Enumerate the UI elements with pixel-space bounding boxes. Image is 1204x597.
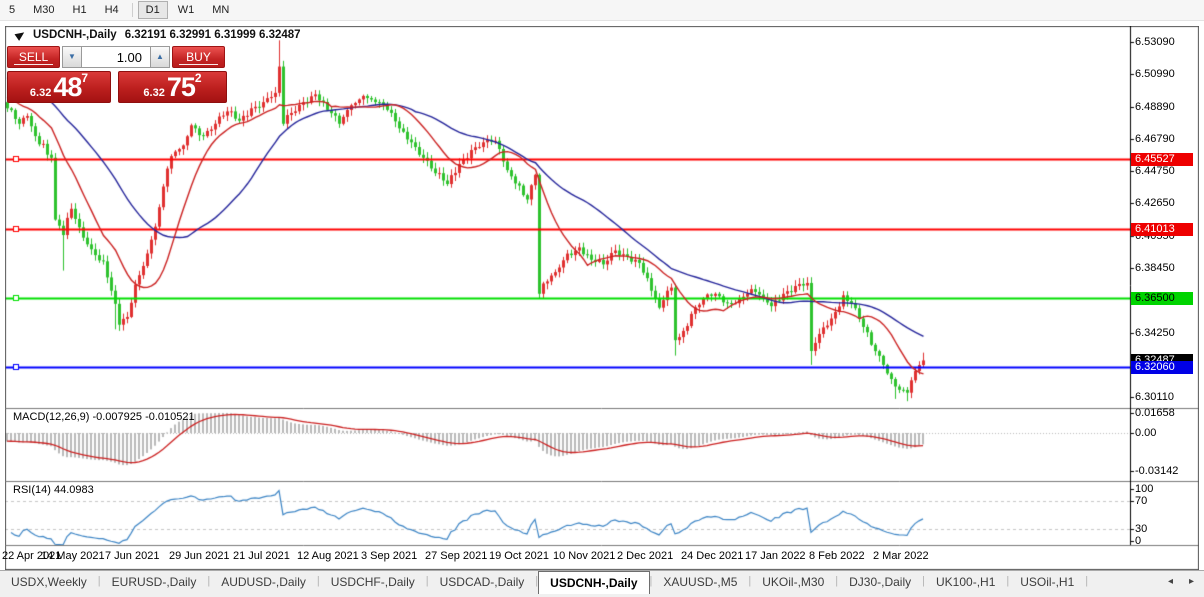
price-chart-canvas[interactable] <box>5 26 1199 570</box>
rsi-axis-tick: 100 <box>1135 483 1154 495</box>
date-axis-label: 14 May 2021 <box>41 550 105 562</box>
date-axis-label: 29 Jun 2021 <box>169 550 230 562</box>
spin-up-icon: ▲ <box>156 52 164 61</box>
one-click-trading-panel: SELL ▼ ▲ BUY 6.32 48 7 6.32 75 2 <box>7 46 227 103</box>
sell-button[interactable]: SELL <box>7 46 60 68</box>
rsi-indicator-label: RSI(14) 44.0983 <box>13 484 94 496</box>
price-line-badge: 6.45527 <box>1131 153 1193 166</box>
chart-tab-bar: USDX,Weekly | EURUSD-,Daily | AUDUSD-,Daily |… <box>0 570 1204 597</box>
price-axis-tick: 6.53090 <box>1135 36 1175 48</box>
buy-price-pips: 75 <box>166 72 196 102</box>
date-axis-label: 17 Jan 2022 <box>745 550 806 562</box>
tab-scroll-buttons: ◂ ▸ <box>1168 576 1194 587</box>
timeframe-toolbar: 5 M30 H1 H4 D1 W1 MN <box>0 0 1204 21</box>
chart-tab-usdxweekly[interactable]: USDX,Weekly <box>0 572 98 593</box>
rsi-axis-tick: 0 <box>1135 535 1142 547</box>
price-line-badge: 6.32060 <box>1131 361 1193 374</box>
price-axis-tick: 6.50990 <box>1135 68 1175 80</box>
date-axis-label: 10 Nov 2021 <box>553 550 616 562</box>
date-axis-label: 24 Dec 2021 <box>681 550 744 562</box>
sell-price-point: 7 <box>81 71 89 85</box>
macd-axis-tick: 0.01658 <box>1135 407 1175 419</box>
date-axis-label: 21 Jul 2021 <box>233 550 290 562</box>
date-axis-label: 8 Feb 2022 <box>809 550 865 562</box>
price-axis-tick: 6.42650 <box>1135 197 1175 209</box>
date-axis-label: 19 Oct 2021 <box>489 550 549 562</box>
chart-tab-usdchfdaily[interactable]: USDCHF-,Daily <box>320 572 426 593</box>
buy-price-prefix: 6.32 <box>143 87 165 99</box>
macd-indicator-label: MACD(12,26,9) -0.007925 -0.010521 <box>13 411 195 423</box>
buy-price-point: 2 <box>194 71 202 85</box>
date-axis-label: 2 Mar 2022 <box>873 550 929 562</box>
volume-decrease-button[interactable]: ▼ <box>62 46 82 68</box>
chart-tab-usdcnhdaily[interactable]: USDCNH-,Daily <box>538 571 650 594</box>
price-line-badge: 6.36500 <box>1131 292 1193 305</box>
mt4-window: 5 M30 H1 H4 D1 W1 MN USDCNH-,Daily 6.32191 6.3… <box>0 0 1204 597</box>
timeframe-button-5[interactable]: 5 <box>1 1 23 19</box>
timeframe-button-h4[interactable]: H4 <box>97 1 127 19</box>
chart-ohlc-header: USDCNH-,Daily 6.32191 6.32991 6.31999 6.… <box>14 29 301 41</box>
date-axis-label: 27 Sep 2021 <box>425 550 488 562</box>
buy-price-box[interactable]: 6.32 75 2 <box>118 71 227 103</box>
price-axis-tick: 6.34250 <box>1135 327 1175 339</box>
price-axis-tick: 6.48890 <box>1135 101 1175 113</box>
buy-button[interactable]: BUY <box>172 46 225 68</box>
chart-window: USDCNH-,Daily 6.32191 6.32991 6.31999 6.… <box>5 26 1199 570</box>
chart-symbol-icon <box>14 29 27 41</box>
macd-axis-tick: 0.00 <box>1135 427 1157 439</box>
macd-axis-tick: -0.03142 <box>1135 465 1179 477</box>
date-axis-label: 2 Dec 2021 <box>617 550 674 562</box>
sell-price-box[interactable]: 6.32 48 7 <box>7 71 111 103</box>
chart-tab-dj30daily[interactable]: DJ30-,Daily <box>838 572 922 593</box>
volume-increase-button[interactable]: ▲ <box>150 46 170 68</box>
timeframe-button-d1[interactable]: D1 <box>137 1 168 19</box>
timeframe-button-m30[interactable]: M30 <box>25 1 62 19</box>
price-axis-tick: 6.44750 <box>1135 165 1175 177</box>
tab-separator: | <box>1085 575 1089 587</box>
timeframe-button-h1[interactable]: H1 <box>65 1 95 19</box>
spin-down-icon: ▼ <box>68 52 76 61</box>
toolbar-separator <box>131 3 133 17</box>
chart-tab-ukoilm30[interactable]: UKOil-,M30 <box>751 572 835 593</box>
chart-tab-uk100h1[interactable]: UK100-,H1 <box>925 572 1006 593</box>
rsi-axis-tick: 70 <box>1135 495 1148 507</box>
price-axis-tick: 6.38450 <box>1135 262 1175 274</box>
rsi-axis-tick: 30 <box>1135 523 1148 535</box>
timeframe-button-w1[interactable]: W1 <box>170 1 203 19</box>
timeframe-button-mn[interactable]: MN <box>204 1 237 19</box>
chart-ohlc-values: 6.32191 6.32991 6.31999 6.32487 <box>124 29 301 41</box>
chart-symbol-period: USDCNH-,Daily <box>33 29 117 41</box>
sell-price-prefix: 6.32 <box>29 87 52 99</box>
price-axis-tick: 6.30110 <box>1135 391 1174 403</box>
chart-tab-audusddaily[interactable]: AUDUSD-,Daily <box>210 572 317 593</box>
price-line-badge: 6.41013 <box>1131 223 1193 236</box>
price-axis-tick: 6.46790 <box>1135 133 1175 145</box>
date-axis-label: 7 Jun 2021 <box>105 550 160 562</box>
chart-tab-eurusddaily[interactable]: EURUSD-,Daily <box>101 572 208 593</box>
chart-tab-usoilh1[interactable]: USOil-,H1 <box>1009 572 1085 593</box>
date-axis-label: 12 Aug 2021 <box>297 550 359 562</box>
chart-tab-usdcaddaily[interactable]: USDCAD-,Daily <box>429 572 536 593</box>
chart-tab-xauusdm5[interactable]: XAUUSD-,M5 <box>652 572 748 593</box>
volume-input[interactable] <box>82 46 150 68</box>
tab-scroll-right-icon[interactable]: ▸ <box>1189 576 1194 587</box>
date-axis-label: 3 Sep 2021 <box>361 550 418 562</box>
sell-price-pips: 48 <box>53 72 82 102</box>
tab-scroll-left-icon[interactable]: ◂ <box>1168 576 1173 587</box>
